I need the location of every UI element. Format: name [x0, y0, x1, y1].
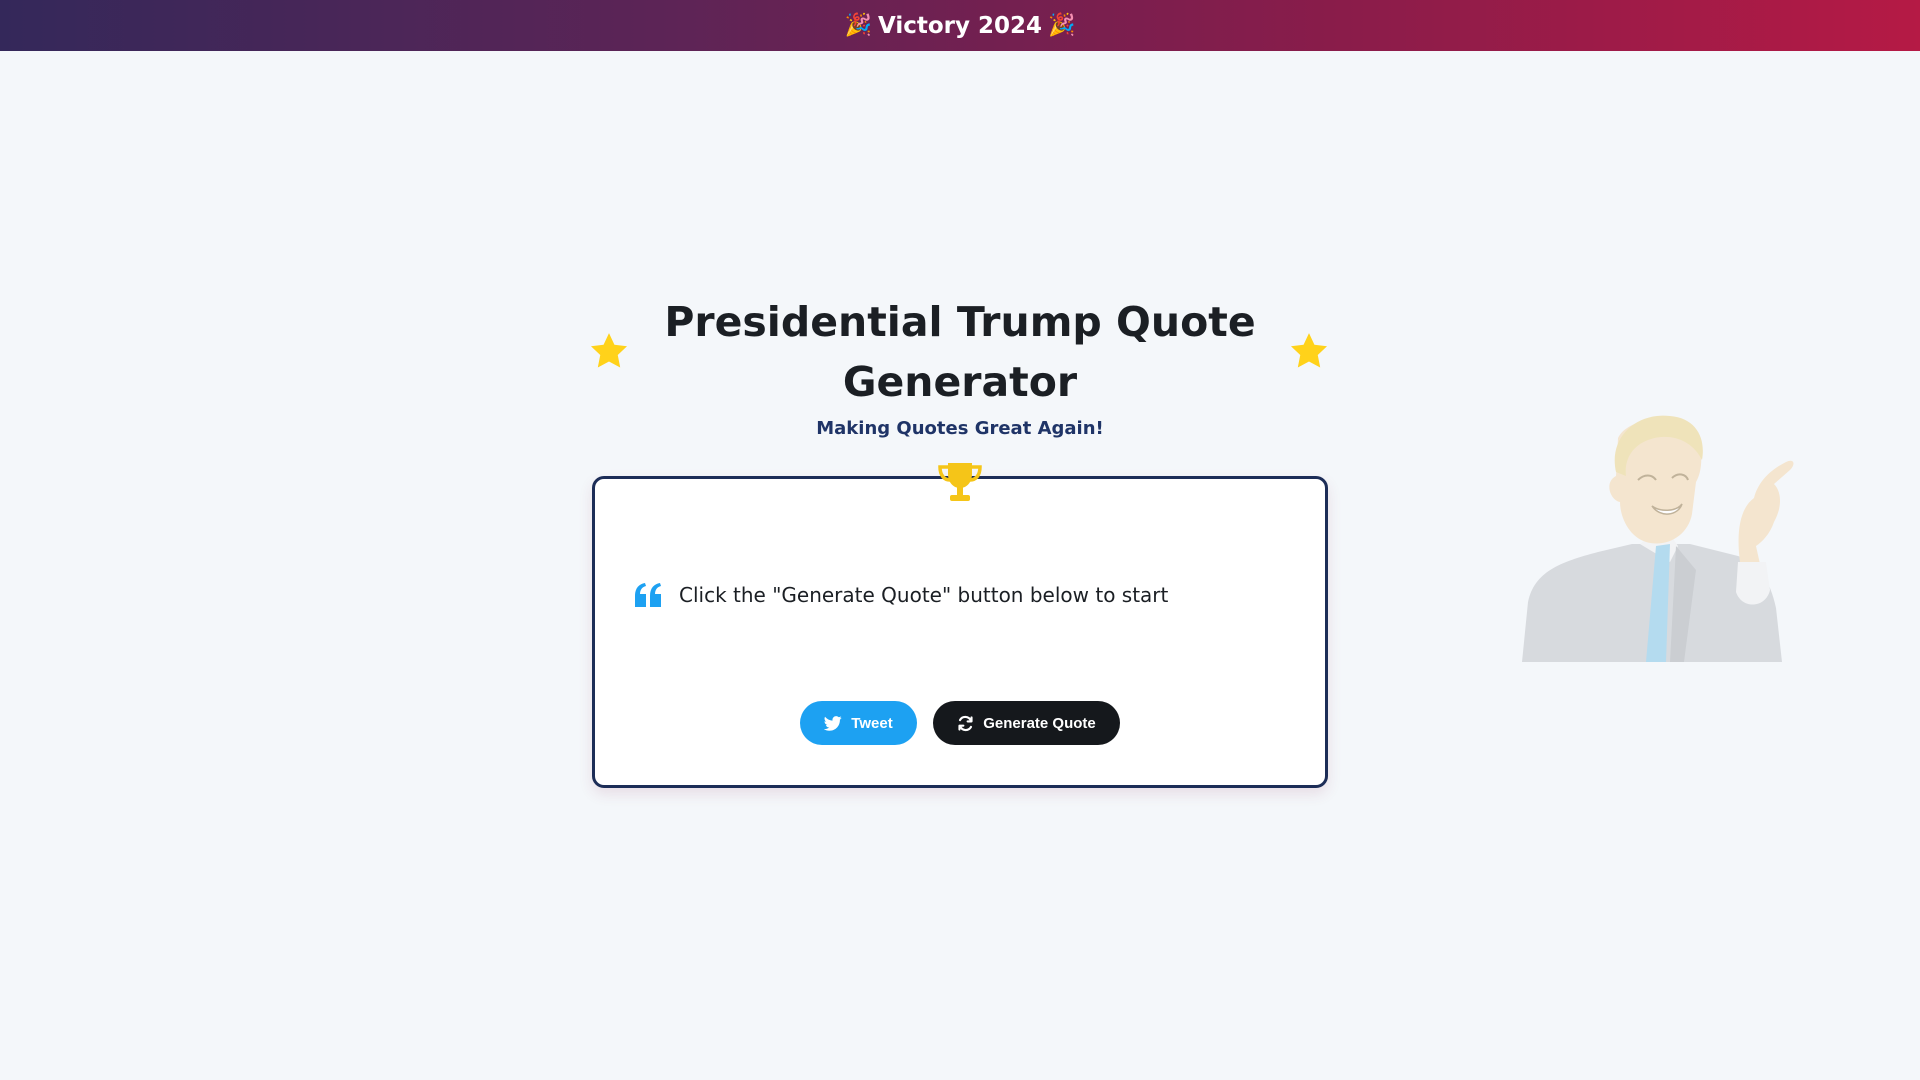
generate-quote-button[interactable]: Generate Quote	[933, 701, 1120, 745]
trophy-icon	[938, 463, 982, 501]
victory-banner: 🎉 Victory 2024 🎉	[0, 0, 1920, 51]
page-title: Presidential Trump Quote Generator	[664, 298, 1256, 406]
page-subtitle: Making Quotes Great Again!	[816, 418, 1104, 439]
trump-cartoon-image	[1522, 415, 1794, 662]
generate-quote-button-label: Generate Quote	[983, 714, 1096, 732]
star-icon	[590, 333, 628, 368]
quote-row: Click the "Generate Quote" button below …	[632, 578, 1168, 612]
party-popper-icon: 🎉	[844, 13, 872, 38]
tweet-button[interactable]: Tweet	[800, 701, 917, 745]
tweet-button-label: Tweet	[851, 714, 893, 732]
star-icon	[1290, 333, 1328, 368]
banner-text: Victory 2024	[877, 12, 1043, 39]
party-popper-icon: 🎉	[1048, 13, 1076, 38]
quote-text: Click the "Generate Quote" button below …	[679, 583, 1169, 607]
refresh-icon	[958, 715, 973, 731]
twitter-icon	[824, 715, 842, 731]
quote-left-icon	[635, 583, 661, 607]
